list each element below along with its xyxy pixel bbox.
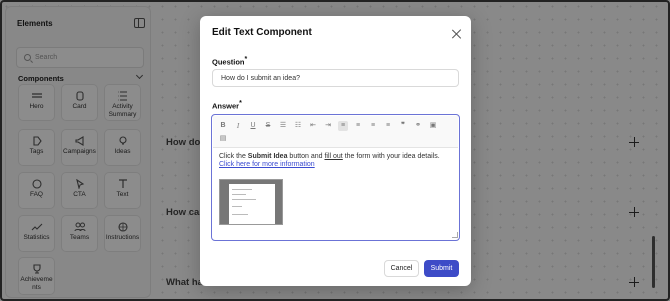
more-info-link[interactable]: Click here for more information [219,161,315,168]
underline-icon[interactable]: U [248,121,258,131]
link-icon[interactable]: ⚭ [413,121,423,131]
outdent-icon[interactable]: ⇤ [308,121,318,131]
bold-icon[interactable]: B [218,121,228,131]
italic-icon[interactable]: I [233,121,243,131]
embedded-screenshot-image[interactable] [219,179,283,225]
answer-underlined-text: fill out [324,153,343,160]
media-icon[interactable]: ▤ [218,134,228,144]
question-value: How do I submit an idea? [221,75,300,82]
answer-paragraph: Click the Submit Idea button and fill ou… [219,153,440,160]
strikethrough-icon[interactable]: S [263,121,273,131]
required-mark: * [244,56,248,63]
edit-text-component-dialog: Edit Text Component Question* How do I s… [200,16,471,286]
required-mark: * [239,100,242,107]
align-right-icon[interactable]: ≡ [368,121,378,131]
align-center-icon[interactable]: ≡ [353,121,363,131]
align-justify-icon[interactable]: ≡ [383,121,393,131]
editor-toolbar: B I U S ☰ ☷ ⇤ ⇥ ≡ ≡ ≡ ≡ ❞ ⚭ ▣ ▤ [213,116,458,148]
close-icon[interactable] [451,29,461,39]
bullet-list-icon[interactable]: ☰ [278,121,288,131]
question-input[interactable]: How do I submit an idea? [212,69,459,87]
answer-bold-text: Submit Idea [247,153,288,160]
image-icon[interactable]: ▣ [428,121,438,131]
indent-icon[interactable]: ⇥ [323,121,333,131]
quote-icon[interactable]: ❞ [398,121,408,131]
submit-button[interactable]: Submit [424,260,459,277]
resize-handle[interactable] [452,232,458,238]
answer-label: Answer* [212,100,242,111]
numbered-list-icon[interactable]: ☷ [293,121,303,131]
align-left-icon[interactable]: ≡ [338,121,348,131]
cancel-button[interactable]: Cancel [384,260,419,277]
answer-rich-text-editor[interactable]: B I U S ☰ ☷ ⇤ ⇥ ≡ ≡ ≡ ≡ ❞ ⚭ ▣ ▤ Click th… [211,114,460,241]
question-label: Question* [212,56,248,67]
dialog-title: Edit Text Component [212,27,312,38]
